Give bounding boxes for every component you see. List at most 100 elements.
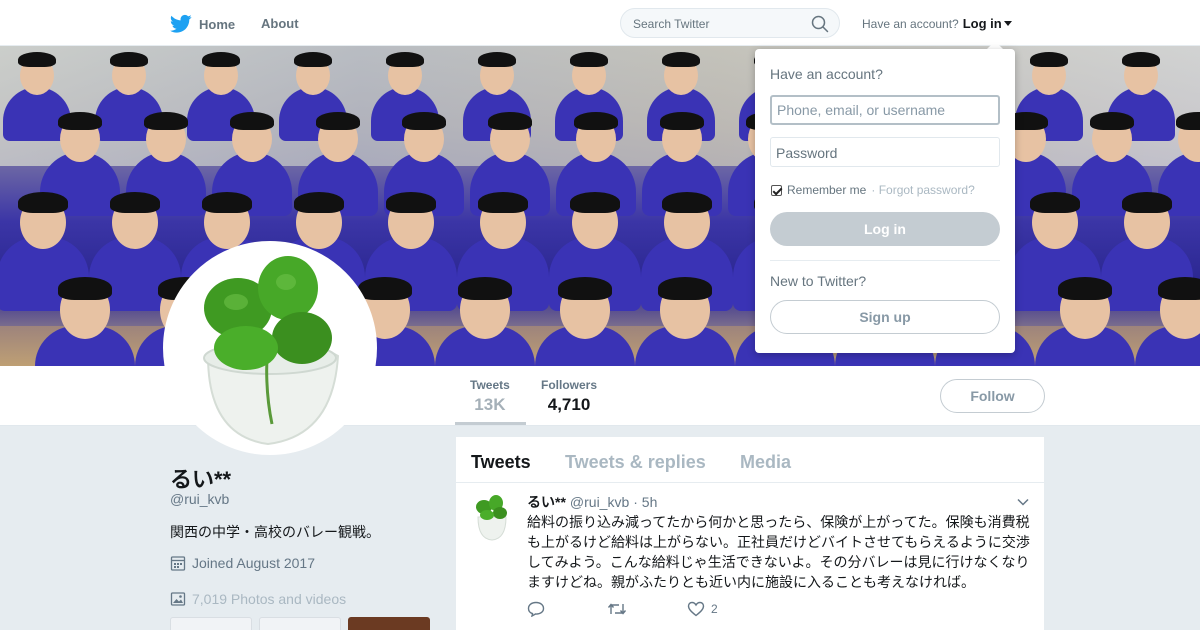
banner-person-hair bbox=[294, 192, 344, 213]
reply-button[interactable] bbox=[527, 601, 607, 617]
banner-person-hair bbox=[1122, 52, 1160, 68]
photo-icon bbox=[170, 592, 186, 606]
password-input[interactable]: Password bbox=[770, 137, 1000, 167]
banner-person-hair bbox=[1158, 277, 1200, 300]
login-link-label: Log in bbox=[962, 16, 1002, 31]
forgot-password-link[interactable]: · Forgot password? bbox=[871, 183, 974, 197]
username-input[interactable] bbox=[770, 95, 1000, 125]
banner-person-hair bbox=[662, 192, 712, 213]
banner-person-hair bbox=[386, 52, 424, 68]
banner-person-hair bbox=[144, 112, 188, 130]
photo-thumbnail[interactable] bbox=[259, 617, 341, 630]
tweet-text: 給料の振り込み減ってたから何かと思ったら、保険が上がってた。保険も消費税も上がる… bbox=[527, 514, 1030, 590]
tweet-header: るい** @rui_kvb · 5h bbox=[527, 492, 657, 512]
tab-tweets-replies[interactable]: Tweets & replies bbox=[565, 452, 706, 473]
follow-button[interactable]: Follow bbox=[940, 379, 1045, 413]
profile-avatar[interactable] bbox=[163, 241, 377, 455]
banner-person-hair bbox=[574, 112, 618, 130]
banner-person-hair bbox=[1122, 192, 1172, 213]
active-stat-underline bbox=[455, 422, 526, 425]
tweet-avatar[interactable] bbox=[472, 493, 512, 541]
banner-person-hair bbox=[658, 277, 712, 300]
profile-photos-link[interactable]: 7,019 Photos and videos bbox=[170, 591, 346, 607]
profile-name[interactable]: るい** bbox=[170, 462, 231, 494]
tab-media[interactable]: Media bbox=[740, 452, 791, 473]
tweet-timestamp[interactable]: · 5h bbox=[633, 494, 657, 510]
banner-person-hair bbox=[570, 192, 620, 213]
nav-about-link[interactable]: About bbox=[261, 16, 299, 31]
search-input[interactable]: Search Twitter bbox=[633, 17, 709, 31]
heart-icon bbox=[687, 601, 705, 617]
search-icon[interactable] bbox=[811, 15, 829, 33]
banner-person-hair bbox=[294, 52, 332, 68]
tweet-actions: 2 bbox=[527, 601, 767, 617]
twitter-bird-icon bbox=[170, 14, 192, 33]
top-nav: Home About Search Twitter Have an accoun… bbox=[0, 0, 1200, 46]
banner-person-hair bbox=[58, 277, 112, 300]
banner-person-hair bbox=[18, 192, 68, 213]
stat-tweets-value: 13K bbox=[474, 395, 506, 414]
login-dropdown-title: Have an account? bbox=[770, 66, 883, 82]
stat-tweets-label: Tweets bbox=[470, 378, 510, 392]
nav-home-link[interactable]: Home bbox=[170, 13, 235, 35]
tweet[interactable]: るい** @rui_kvb · 5h 給料の振り込み減ってたから何かと思ったら、… bbox=[456, 483, 1044, 630]
login-button[interactable]: Log in bbox=[770, 212, 1000, 246]
search-box[interactable]: Search Twitter bbox=[620, 8, 840, 38]
banner-person-hair bbox=[358, 277, 412, 300]
banner-person-hair bbox=[478, 192, 528, 213]
divider bbox=[770, 260, 1000, 261]
calendar-icon bbox=[170, 556, 186, 571]
remember-me-label[interactable]: Remember me bbox=[787, 183, 866, 197]
four-leaf-clover-image bbox=[168, 246, 372, 450]
banner-person-hair bbox=[458, 277, 512, 300]
reply-icon bbox=[527, 601, 545, 617]
dropdown-arrow bbox=[987, 41, 1003, 49]
remember-me-row: Remember me · Forgot password? bbox=[771, 183, 975, 197]
banner-person-hair bbox=[662, 52, 700, 68]
have-account-label: Have an account? bbox=[862, 17, 959, 31]
stat-tweets[interactable]: Tweets 13K bbox=[470, 378, 510, 415]
stat-followers-value: 4,710 bbox=[547, 395, 591, 414]
profile-joined: Joined August 2017 bbox=[170, 555, 315, 571]
photo-thumbnail[interactable] bbox=[170, 617, 252, 630]
banner-person-hair bbox=[570, 52, 608, 68]
like-button[interactable]: 2 bbox=[687, 601, 767, 617]
banner-person-hair bbox=[1030, 192, 1080, 213]
banner-person-hair bbox=[1058, 277, 1112, 300]
stat-followers-label: Followers bbox=[541, 378, 598, 392]
remember-me-checkbox[interactable] bbox=[771, 184, 782, 196]
profile-joined-label: Joined August 2017 bbox=[192, 555, 315, 571]
profile-bio: 関西の中学・高校のバレー観戦。 bbox=[170, 524, 380, 540]
photo-thumbnail[interactable] bbox=[348, 617, 430, 630]
like-count: 2 bbox=[711, 602, 718, 616]
banner-person-hair bbox=[202, 52, 240, 68]
account-menu[interactable]: Have an account? Log in bbox=[862, 16, 1012, 31]
chevron-down-icon[interactable] bbox=[1016, 495, 1030, 509]
banner-person-hair bbox=[110, 52, 148, 68]
signup-button[interactable]: Sign up bbox=[770, 300, 1000, 334]
banner-person-hair bbox=[402, 112, 446, 130]
timeline: Tweets Tweets & replies Media るい** @rui_… bbox=[456, 437, 1044, 630]
tweet-author-name[interactable]: るい** bbox=[527, 492, 566, 512]
banner-person-hair bbox=[18, 52, 56, 68]
tweet-author-handle[interactable]: @rui_kvb bbox=[570, 494, 629, 510]
stat-followers[interactable]: Followers 4,710 bbox=[541, 378, 597, 415]
retweet-icon bbox=[607, 603, 627, 615]
tab-tweets[interactable]: Tweets bbox=[471, 452, 531, 473]
nav-home-label: Home bbox=[199, 16, 236, 32]
retweet-button[interactable] bbox=[607, 601, 687, 617]
banner-person-hair bbox=[1176, 112, 1200, 130]
login-link[interactable]: Log in bbox=[963, 16, 1012, 31]
caret-down-icon bbox=[1003, 21, 1012, 26]
banner-person-hair bbox=[558, 277, 612, 300]
login-dropdown: Have an account? Password Remember me · … bbox=[755, 49, 1015, 353]
banner-person-hair bbox=[660, 112, 704, 130]
four-leaf-clover-image bbox=[472, 493, 512, 541]
new-to-twitter-label: New to Twitter? bbox=[770, 273, 867, 289]
banner-person-hair bbox=[202, 192, 252, 213]
timeline-tabs: Tweets Tweets & replies Media bbox=[456, 437, 1044, 483]
banner-person-hair bbox=[1090, 112, 1134, 130]
banner-person-hair bbox=[478, 52, 516, 68]
profile-handle[interactable]: @rui_kvb bbox=[170, 491, 229, 507]
banner-person-hair bbox=[1030, 52, 1068, 68]
